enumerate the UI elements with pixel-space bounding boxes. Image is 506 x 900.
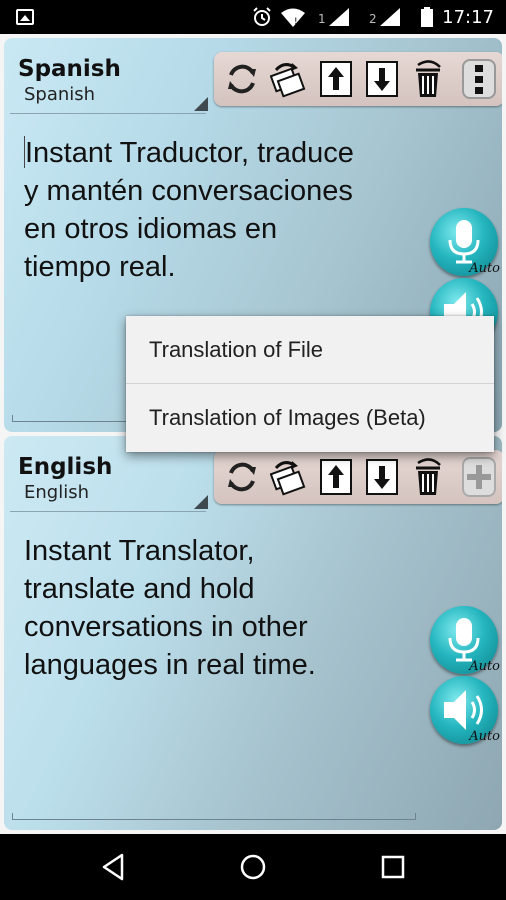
refresh-button[interactable] xyxy=(222,455,262,499)
target-speaker-button[interactable]: Auto xyxy=(430,676,500,744)
more-vertical-icon xyxy=(462,59,496,99)
wifi-icon: ! xyxy=(281,8,305,27)
signal-icon xyxy=(329,8,349,26)
dropdown-corner-icon xyxy=(194,97,208,111)
refresh-button[interactable] xyxy=(222,57,262,101)
menu-item-translation-of-images[interactable]: Translation of Images (Beta) xyxy=(126,384,494,452)
auto-label: Auto xyxy=(469,659,500,674)
source-text-line: y mantén conversaciones xyxy=(24,175,353,207)
target-toolbar xyxy=(214,450,502,504)
sim1-label: 1 xyxy=(318,12,326,26)
target-language-title: English xyxy=(18,454,113,480)
battery-icon xyxy=(421,7,433,27)
signal-icon xyxy=(380,8,400,26)
upload-button[interactable] xyxy=(316,57,356,101)
source-mic-button[interactable]: Auto xyxy=(430,208,500,276)
source-language-title: Spanish xyxy=(18,56,121,82)
swap-icon xyxy=(270,63,306,98)
target-text-area[interactable]: Instant Translator, translate and hold c… xyxy=(24,532,424,684)
swap-button[interactable] xyxy=(268,455,308,499)
back-icon[interactable] xyxy=(96,850,130,884)
gallery-icon xyxy=(16,9,34,25)
clear-button[interactable] xyxy=(408,57,448,101)
swap-button[interactable] xyxy=(268,57,308,101)
target-panel: English English Instant Translator, tran… xyxy=(4,436,502,830)
source-text-line: en otros idiomas en xyxy=(24,213,278,245)
add-button[interactable] xyxy=(458,455,500,499)
target-text-line: languages in real time. xyxy=(24,649,316,681)
overflow-popup-menu: Translation of File Translation of Image… xyxy=(126,316,494,452)
status-bar: ! 1 2 17:17 xyxy=(0,0,506,34)
target-text-line: Instant Translator, xyxy=(24,535,255,567)
target-text-underline xyxy=(12,813,416,820)
navigation-bar xyxy=(0,834,506,900)
menu-item-translation-of-file[interactable]: Translation of File xyxy=(126,316,494,384)
target-language-selector[interactable]: English English xyxy=(10,448,208,512)
add-icon xyxy=(462,457,496,497)
download-button[interactable] xyxy=(362,455,402,499)
swap-icon xyxy=(270,461,306,496)
target-text-line: conversations in other xyxy=(24,611,308,643)
trash-icon xyxy=(416,458,441,495)
home-icon[interactable] xyxy=(236,850,270,884)
sim2-label: 2 xyxy=(369,12,377,26)
upload-icon xyxy=(320,61,352,97)
source-text-area[interactable]: Instant Traductor, traduce y mantén conv… xyxy=(24,134,424,286)
trash-icon xyxy=(416,60,441,97)
svg-text:!: ! xyxy=(294,17,298,27)
clock: 17:17 xyxy=(442,7,494,28)
source-toolbar xyxy=(214,52,502,106)
clear-button[interactable] xyxy=(408,455,448,499)
recents-icon[interactable] xyxy=(376,850,410,884)
upload-button[interactable] xyxy=(316,455,356,499)
refresh-icon xyxy=(228,64,256,94)
source-text-line: tiempo real. xyxy=(24,251,176,283)
target-language-subtitle: English xyxy=(24,482,89,503)
upload-icon xyxy=(320,459,352,495)
target-mic-button[interactable]: Auto xyxy=(430,606,500,674)
download-icon xyxy=(366,459,398,495)
dropdown-corner-icon xyxy=(194,495,208,509)
screen: ! 1 2 17:17 Spanish Spanish Instant Trad… xyxy=(0,0,506,900)
target-text-line: translate and hold xyxy=(24,573,255,605)
refresh-icon xyxy=(228,462,256,492)
auto-label: Auto xyxy=(469,261,500,276)
source-language-selector[interactable]: Spanish Spanish xyxy=(10,50,208,114)
more-options-button[interactable] xyxy=(458,57,500,101)
download-icon xyxy=(366,61,398,97)
source-language-subtitle: Spanish xyxy=(24,84,96,105)
alarm-icon xyxy=(253,7,271,26)
download-button[interactable] xyxy=(362,57,402,101)
auto-label: Auto xyxy=(469,729,500,744)
source-text-line: Instant Traductor, traduce xyxy=(25,137,354,169)
